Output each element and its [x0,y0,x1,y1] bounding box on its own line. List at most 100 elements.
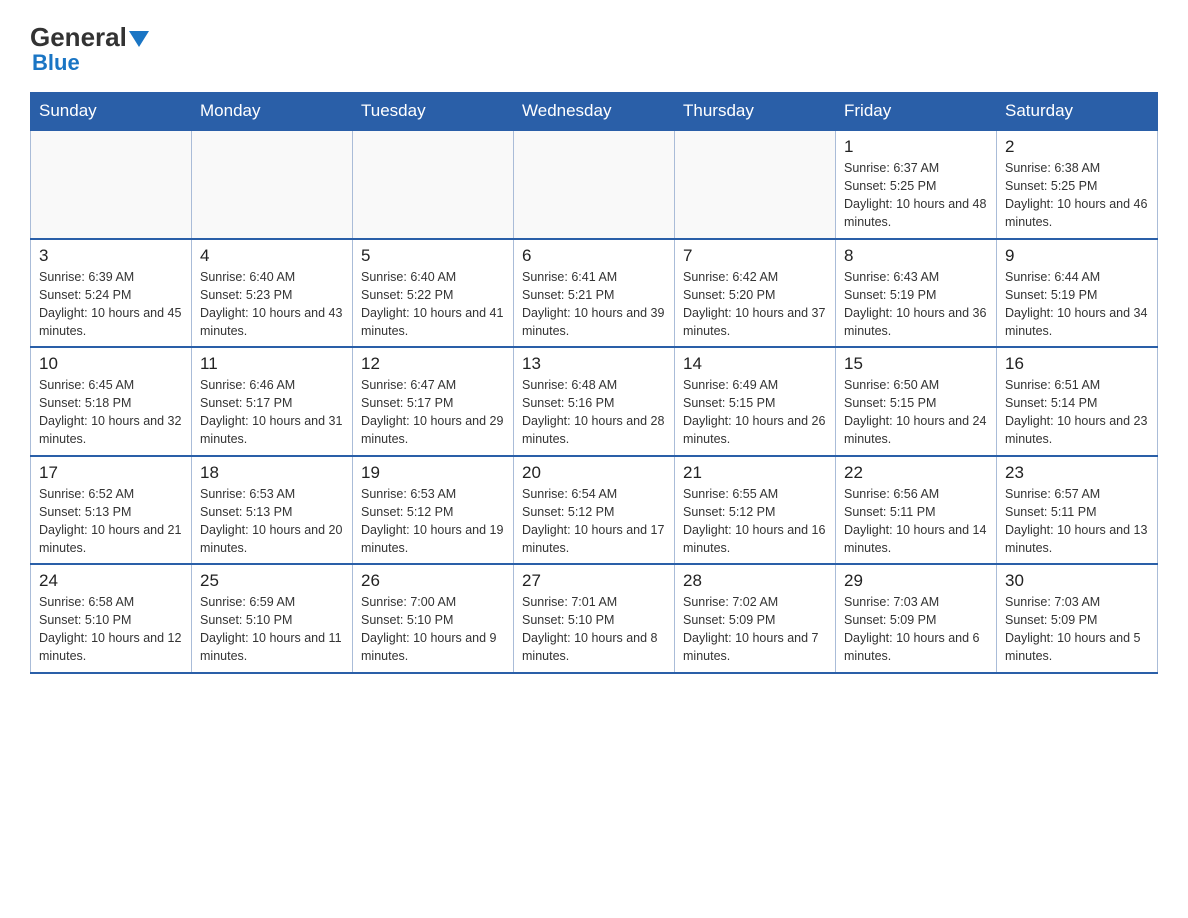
day-number: 10 [39,354,183,374]
day-info: Sunrise: 6:58 AMSunset: 5:10 PMDaylight:… [39,593,183,666]
day-number: 7 [683,246,827,266]
calendar-week-row: 24Sunrise: 6:58 AMSunset: 5:10 PMDayligh… [31,564,1158,673]
calendar-cell: 21Sunrise: 6:55 AMSunset: 5:12 PMDayligh… [675,456,836,565]
day-number: 23 [1005,463,1149,483]
calendar-cell [353,130,514,239]
day-number: 1 [844,137,988,157]
day-number: 26 [361,571,505,591]
day-number: 4 [200,246,344,266]
day-info: Sunrise: 6:53 AMSunset: 5:12 PMDaylight:… [361,485,505,558]
day-info: Sunrise: 6:50 AMSunset: 5:15 PMDaylight:… [844,376,988,449]
day-info: Sunrise: 7:02 AMSunset: 5:09 PMDaylight:… [683,593,827,666]
calendar-cell [675,130,836,239]
day-info: Sunrise: 6:59 AMSunset: 5:10 PMDaylight:… [200,593,344,666]
day-info: Sunrise: 6:49 AMSunset: 5:15 PMDaylight:… [683,376,827,449]
day-number: 27 [522,571,666,591]
calendar-cell: 27Sunrise: 7:01 AMSunset: 5:10 PMDayligh… [514,564,675,673]
calendar-cell: 7Sunrise: 6:42 AMSunset: 5:20 PMDaylight… [675,239,836,348]
calendar-cell [514,130,675,239]
day-number: 25 [200,571,344,591]
day-info: Sunrise: 6:42 AMSunset: 5:20 PMDaylight:… [683,268,827,341]
day-number: 24 [39,571,183,591]
day-number: 16 [1005,354,1149,374]
day-number: 2 [1005,137,1149,157]
day-header-tuesday: Tuesday [353,93,514,131]
logo: General Blue [30,20,149,76]
calendar-cell: 30Sunrise: 7:03 AMSunset: 5:09 PMDayligh… [997,564,1158,673]
logo-general-text: General [30,24,127,50]
day-info: Sunrise: 7:00 AMSunset: 5:10 PMDaylight:… [361,593,505,666]
logo-triangle-icon [129,31,149,47]
day-info: Sunrise: 6:47 AMSunset: 5:17 PMDaylight:… [361,376,505,449]
calendar-cell: 20Sunrise: 6:54 AMSunset: 5:12 PMDayligh… [514,456,675,565]
calendar-cell: 18Sunrise: 6:53 AMSunset: 5:13 PMDayligh… [192,456,353,565]
calendar-cell: 8Sunrise: 6:43 AMSunset: 5:19 PMDaylight… [836,239,997,348]
calendar-cell [31,130,192,239]
day-number: 11 [200,354,344,374]
day-number: 22 [844,463,988,483]
calendar-cell: 6Sunrise: 6:41 AMSunset: 5:21 PMDaylight… [514,239,675,348]
calendar-cell: 29Sunrise: 7:03 AMSunset: 5:09 PMDayligh… [836,564,997,673]
day-number: 9 [1005,246,1149,266]
day-header-thursday: Thursday [675,93,836,131]
day-info: Sunrise: 6:56 AMSunset: 5:11 PMDaylight:… [844,485,988,558]
day-number: 14 [683,354,827,374]
day-info: Sunrise: 6:52 AMSunset: 5:13 PMDaylight:… [39,485,183,558]
calendar-cell: 28Sunrise: 7:02 AMSunset: 5:09 PMDayligh… [675,564,836,673]
day-header-saturday: Saturday [997,93,1158,131]
day-info: Sunrise: 6:38 AMSunset: 5:25 PMDaylight:… [1005,159,1149,232]
day-number: 21 [683,463,827,483]
day-number: 20 [522,463,666,483]
day-header-monday: Monday [192,93,353,131]
calendar-cell: 23Sunrise: 6:57 AMSunset: 5:11 PMDayligh… [997,456,1158,565]
day-info: Sunrise: 6:43 AMSunset: 5:19 PMDaylight:… [844,268,988,341]
day-info: Sunrise: 6:44 AMSunset: 5:19 PMDaylight:… [1005,268,1149,341]
day-number: 19 [361,463,505,483]
day-info: Sunrise: 6:48 AMSunset: 5:16 PMDaylight:… [522,376,666,449]
day-number: 8 [844,246,988,266]
calendar-cell: 14Sunrise: 6:49 AMSunset: 5:15 PMDayligh… [675,347,836,456]
calendar-cell: 22Sunrise: 6:56 AMSunset: 5:11 PMDayligh… [836,456,997,565]
day-number: 29 [844,571,988,591]
calendar-cell: 11Sunrise: 6:46 AMSunset: 5:17 PMDayligh… [192,347,353,456]
calendar-cell: 25Sunrise: 6:59 AMSunset: 5:10 PMDayligh… [192,564,353,673]
day-number: 18 [200,463,344,483]
day-number: 3 [39,246,183,266]
day-number: 5 [361,246,505,266]
page-header: General Blue [30,20,1158,76]
day-info: Sunrise: 6:39 AMSunset: 5:24 PMDaylight:… [39,268,183,341]
calendar-cell: 9Sunrise: 6:44 AMSunset: 5:19 PMDaylight… [997,239,1158,348]
calendar-cell: 1Sunrise: 6:37 AMSunset: 5:25 PMDaylight… [836,130,997,239]
day-number: 13 [522,354,666,374]
calendar-cell: 10Sunrise: 6:45 AMSunset: 5:18 PMDayligh… [31,347,192,456]
day-info: Sunrise: 6:37 AMSunset: 5:25 PMDaylight:… [844,159,988,232]
day-info: Sunrise: 6:54 AMSunset: 5:12 PMDaylight:… [522,485,666,558]
day-info: Sunrise: 6:40 AMSunset: 5:22 PMDaylight:… [361,268,505,341]
day-info: Sunrise: 6:53 AMSunset: 5:13 PMDaylight:… [200,485,344,558]
calendar-cell: 4Sunrise: 6:40 AMSunset: 5:23 PMDaylight… [192,239,353,348]
day-header-sunday: Sunday [31,93,192,131]
calendar-week-row: 17Sunrise: 6:52 AMSunset: 5:13 PMDayligh… [31,456,1158,565]
day-number: 6 [522,246,666,266]
day-info: Sunrise: 6:40 AMSunset: 5:23 PMDaylight:… [200,268,344,341]
day-info: Sunrise: 7:01 AMSunset: 5:10 PMDaylight:… [522,593,666,666]
day-info: Sunrise: 6:55 AMSunset: 5:12 PMDaylight:… [683,485,827,558]
calendar-cell: 19Sunrise: 6:53 AMSunset: 5:12 PMDayligh… [353,456,514,565]
logo-blue-text: Blue [32,50,80,75]
calendar-cell: 26Sunrise: 7:00 AMSunset: 5:10 PMDayligh… [353,564,514,673]
calendar-cell: 3Sunrise: 6:39 AMSunset: 5:24 PMDaylight… [31,239,192,348]
calendar-cell: 17Sunrise: 6:52 AMSunset: 5:13 PMDayligh… [31,456,192,565]
calendar-cell: 15Sunrise: 6:50 AMSunset: 5:15 PMDayligh… [836,347,997,456]
day-header-wednesday: Wednesday [514,93,675,131]
calendar-cell: 2Sunrise: 6:38 AMSunset: 5:25 PMDaylight… [997,130,1158,239]
day-number: 28 [683,571,827,591]
day-info: Sunrise: 6:46 AMSunset: 5:17 PMDaylight:… [200,376,344,449]
day-number: 30 [1005,571,1149,591]
calendar-table: SundayMondayTuesdayWednesdayThursdayFrid… [30,92,1158,674]
calendar-week-row: 3Sunrise: 6:39 AMSunset: 5:24 PMDaylight… [31,239,1158,348]
calendar-week-row: 10Sunrise: 6:45 AMSunset: 5:18 PMDayligh… [31,347,1158,456]
calendar-week-row: 1Sunrise: 6:37 AMSunset: 5:25 PMDaylight… [31,130,1158,239]
day-info: Sunrise: 7:03 AMSunset: 5:09 PMDaylight:… [1005,593,1149,666]
day-info: Sunrise: 6:45 AMSunset: 5:18 PMDaylight:… [39,376,183,449]
day-info: Sunrise: 6:51 AMSunset: 5:14 PMDaylight:… [1005,376,1149,449]
